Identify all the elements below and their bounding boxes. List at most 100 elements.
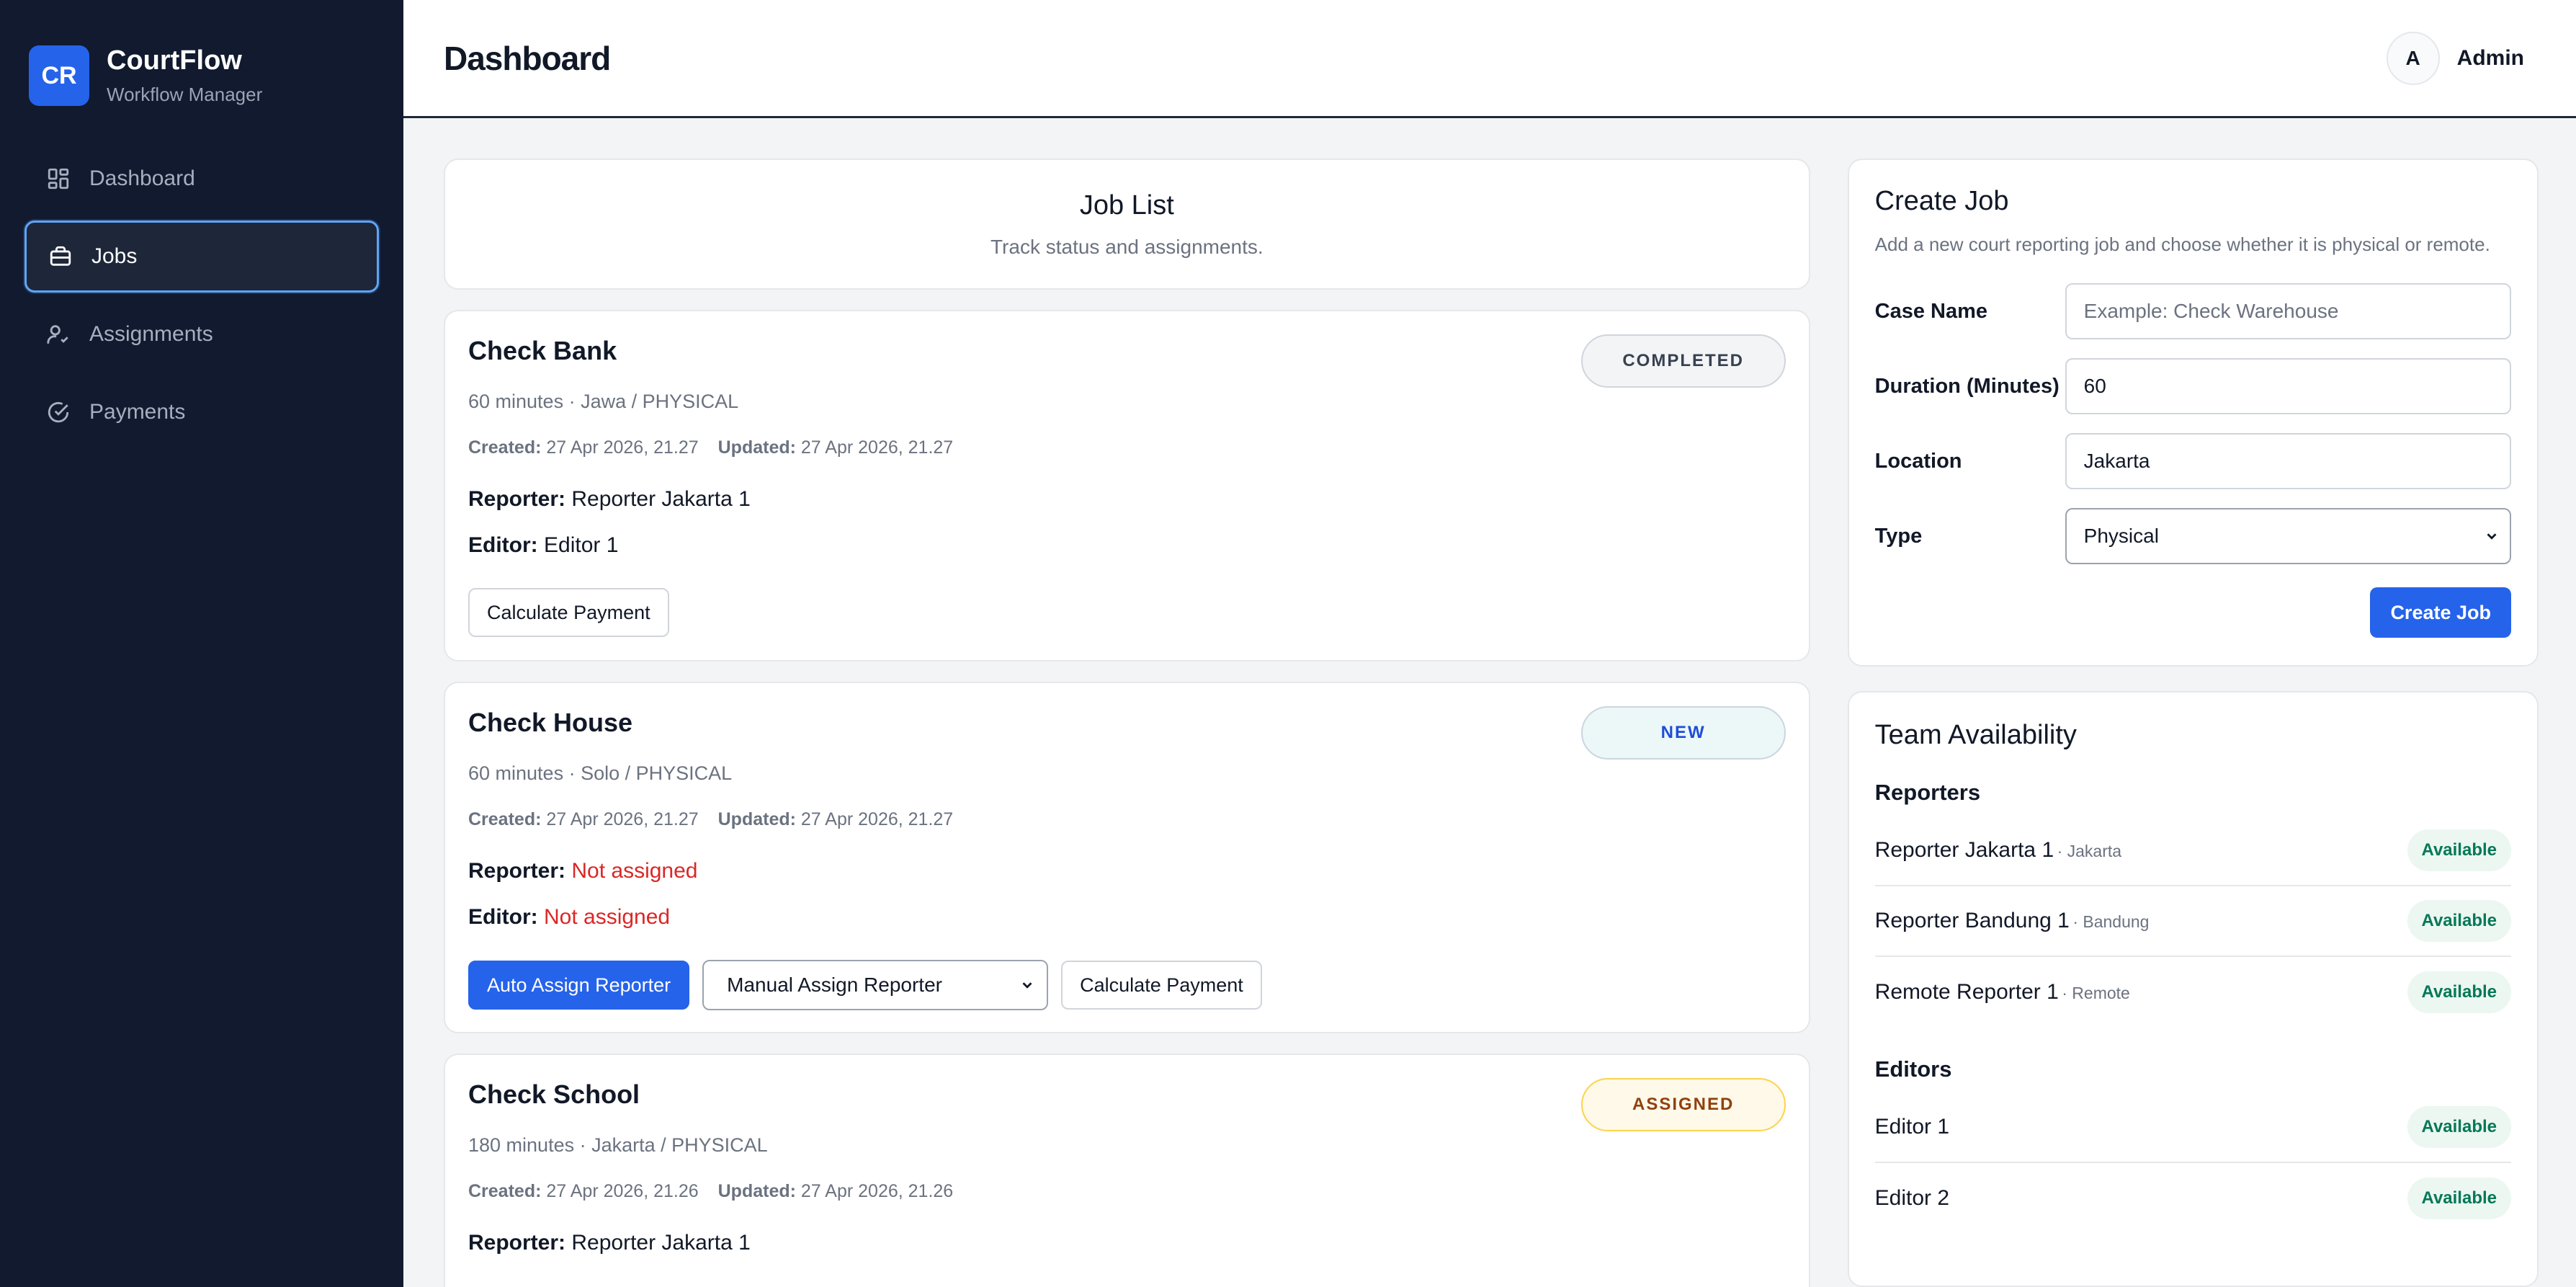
type-select[interactable]: Physical <box>2065 508 2511 564</box>
user-menu[interactable]: A Admin <box>2386 31 2524 85</box>
sidebar-item-jobs[interactable]: Jobs <box>24 221 379 293</box>
chevron-down-icon <box>2487 533 2497 540</box>
team-availability-card: Team Availability Reporters Reporter Jak… <box>1847 691 2539 1287</box>
updated-label: Updated: <box>717 1181 796 1201</box>
list-item: Editor 2 Available <box>1875 1163 2511 1234</box>
duration-label: Duration (Minutes) <box>1874 375 2060 398</box>
sidebar-item-label: Assignments <box>89 322 213 346</box>
job-editor: Editor: Not assigned <box>468 905 1786 930</box>
created-label: Created: <box>468 809 542 829</box>
list-item: Reporter Jakarta 1 · Jakarta Available <box>1874 816 2511 886</box>
job-reporter: Reporter: Not assigned <box>468 859 1786 883</box>
job-list-subtitle: Track status and assignments. <box>990 235 1264 258</box>
brand: CR CourtFlow Workflow Manager <box>0 0 403 123</box>
member-location: · Bandung <box>2072 912 2150 931</box>
content: Job List Track status and assignments. C… <box>403 118 2576 1287</box>
topbar: Dashboard A Admin <box>403 0 2576 118</box>
reporter-label: Reporter: <box>468 487 566 511</box>
job-list: Job List Track status and assignments. C… <box>444 159 1810 1287</box>
brand-name: CourtFlow <box>107 45 242 76</box>
auto-assign-reporter-button[interactable]: Auto Assign Reporter <box>468 961 690 1010</box>
list-item: Reporter Bandung 1 · Bandung Available <box>1874 886 2511 957</box>
member-location: · Remote <box>2062 984 2130 1002</box>
status-badge: ASSIGNED <box>1580 1078 1786 1131</box>
member-name: Editor 2 <box>1874 1186 1950 1210</box>
job-meta: 180 minutes · Jakarta / PHYSICAL <box>468 1134 768 1156</box>
sidebar: CR CourtFlow Workflow Manager Dashboard … <box>0 0 403 1287</box>
logo: CR <box>29 45 89 106</box>
create-job-title: Create Job <box>1874 186 2009 216</box>
team-availability-title: Team Availability <box>1874 720 2077 750</box>
duration-row: Duration (Minutes) 60 <box>1875 358 2511 414</box>
case-name-label: Case Name <box>1874 300 1988 323</box>
job-list-header: Job List Track status and assignments. <box>444 159 1810 290</box>
briefcase-icon <box>50 246 71 266</box>
member-name: Editor 1 <box>1874 1115 1950 1139</box>
created-value: 27 Apr 2026, 21.27 <box>546 809 699 829</box>
created-label: Created: <box>468 1181 542 1201</box>
job-meta: 60 minutes · Jawa / PHYSICAL <box>468 391 739 412</box>
editor-label: Editor: <box>468 905 538 929</box>
case-name-row: Case Name Example: Check Warehouse <box>1875 283 2511 339</box>
location-label: Location <box>1874 450 1962 473</box>
job-card: Check Bank COMPLETED 60 minutes · Jawa /… <box>444 310 1810 662</box>
right-panel: Create Job Add a new court reporting job… <box>1847 159 2539 1287</box>
sidebar-nav: Dashboard Jobs Assignments Payments <box>0 123 403 474</box>
job-dates: Created: 27 Apr 2026, 21.26 Updated: 27 … <box>468 1181 1786 1202</box>
job-dates: Created: 27 Apr 2026, 21.27 Updated: 27 … <box>468 437 1786 458</box>
created-value: 27 Apr 2026, 21.27 <box>546 437 699 458</box>
reporter-label: Reporter: <box>468 1231 566 1255</box>
status-badge: Available <box>2407 1177 2511 1219</box>
sidebar-item-dashboard[interactable]: Dashboard <box>24 143 379 215</box>
main: Dashboard A Admin Job List Track status … <box>403 0 2576 1287</box>
avatar[interactable]: A <box>2386 31 2440 85</box>
editor-value: Editor 1 <box>544 533 619 557</box>
duration-input[interactable]: 60 <box>2065 358 2511 414</box>
check-circle-icon <box>48 401 69 423</box>
member-name: Remote Reporter 1 <box>1874 980 2059 1004</box>
sidebar-item-label: Jobs <box>91 244 138 268</box>
job-card: Check School ASSIGNED 180 minutes · Jaka… <box>444 1054 1810 1287</box>
created-value: 27 Apr 2026, 21.26 <box>546 1181 699 1201</box>
updated-label: Updated: <box>717 809 796 829</box>
editors-heading: Editors <box>1874 1056 1952 1082</box>
reporters-list: Reporter Jakarta 1 · Jakarta Available R… <box>1874 816 2511 1028</box>
reporter-value: Reporter Jakarta 1 <box>571 1231 751 1255</box>
editor-value: Not assigned <box>544 905 671 929</box>
updated-label: Updated: <box>717 437 796 458</box>
sidebar-item-label: Payments <box>89 400 186 424</box>
created-label: Created: <box>468 437 542 458</box>
status-badge: Available <box>2407 971 2511 1013</box>
case-name-input[interactable]: Example: Check Warehouse <box>2065 283 2511 339</box>
job-reporter: Reporter: Reporter Jakarta 1 <box>468 1231 1786 1255</box>
calculate-payment-button[interactable]: Calculate Payment <box>1061 961 1262 1010</box>
updated-value: 27 Apr 2026, 21.27 <box>800 437 954 458</box>
sidebar-item-assignments[interactable]: Assignments <box>24 298 379 370</box>
calculate-payment-button[interactable]: Calculate Payment <box>468 588 669 637</box>
job-meta: 60 minutes · Solo / PHYSICAL <box>468 762 733 784</box>
create-job-button[interactable]: Create Job <box>2370 587 2511 638</box>
member-name: Reporter Jakarta 1 <box>1874 838 2054 862</box>
manual-assign-reporter-select[interactable]: Manual Assign Reporter <box>702 960 1049 1010</box>
reporter-label: Reporter: <box>468 859 566 883</box>
type-select-value: Physical <box>2083 525 2159 547</box>
type-label: Type <box>1874 525 1923 548</box>
job-editor: Editor: Editor 1 <box>468 533 1786 558</box>
member-location: · Jakarta <box>2057 842 2122 860</box>
sidebar-item-payments[interactable]: Payments <box>24 376 379 448</box>
status-badge: Available <box>2407 829 2511 871</box>
updated-value: 27 Apr 2026, 21.27 <box>800 809 954 829</box>
user-name: Admin <box>2456 45 2524 70</box>
type-row: Type Physical <box>1875 508 2511 564</box>
updated-value: 27 Apr 2026, 21.26 <box>800 1181 954 1201</box>
user-check-icon <box>47 325 68 344</box>
manual-assign-reporter-value: Manual Assign Reporter <box>727 974 942 996</box>
location-input[interactable]: Jakarta <box>2065 433 2511 489</box>
create-job-card: Create Job Add a new court reporting job… <box>1847 159 2539 667</box>
page-title: Dashboard <box>444 39 611 77</box>
status-badge: COMPLETED <box>1580 334 1786 388</box>
reporters-heading: Reporters <box>1874 780 1981 805</box>
reporter-value: Reporter Jakarta 1 <box>571 487 751 511</box>
job-list-title: Job List <box>1079 190 1174 221</box>
reporter-value: Not assigned <box>571 859 698 883</box>
